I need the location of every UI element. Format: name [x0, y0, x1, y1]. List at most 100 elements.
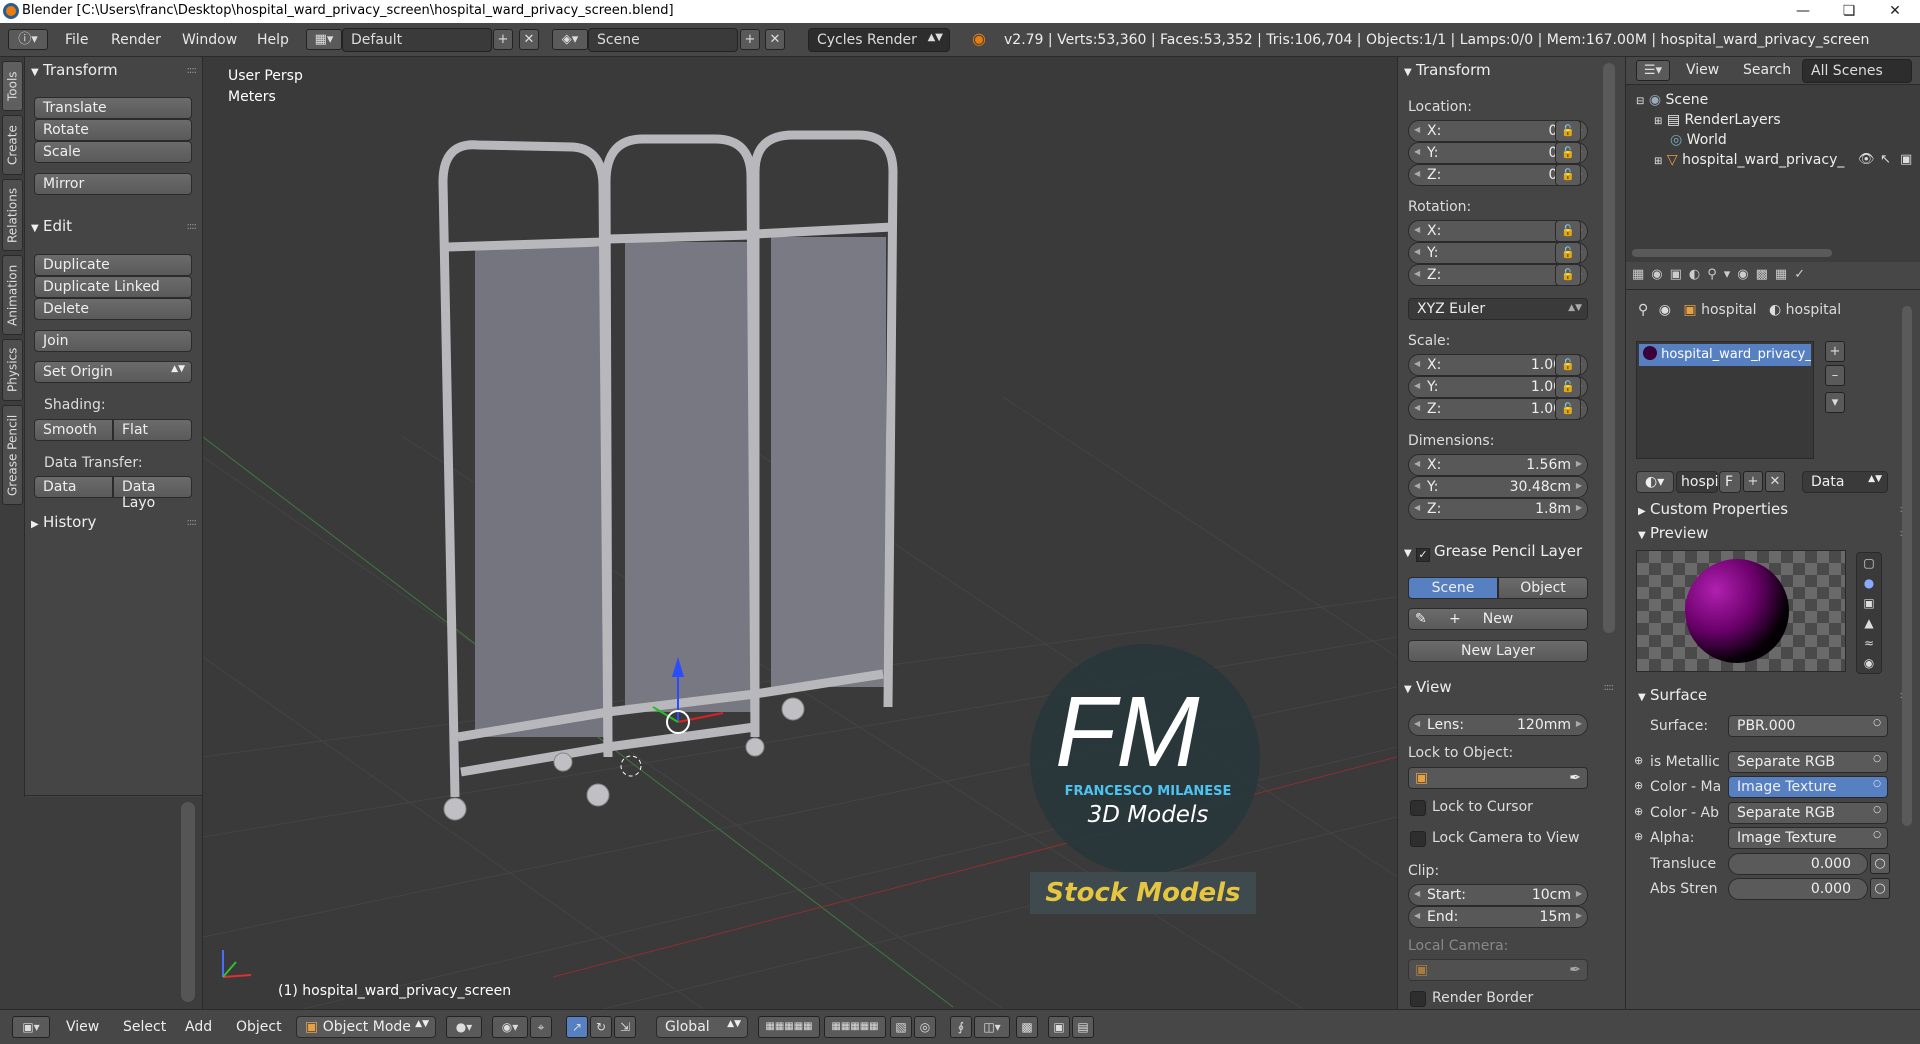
outliner-filter-dropdown[interactable]: All Scenes [1802, 59, 1912, 83]
lock-icon[interactable]: 🔓 [1555, 142, 1581, 164]
snap-target-icon[interactable]: ▩ [1016, 1016, 1038, 1038]
remove-scene-icon[interactable]: ✕ [765, 29, 785, 50]
new-layer-button[interactable]: New Layer [1408, 640, 1588, 662]
unlink-material-icon[interactable]: ✕ [1765, 471, 1785, 492]
lock-icon[interactable]: 🔓 [1555, 120, 1581, 142]
minimize-icon[interactable]: — [1780, 0, 1826, 23]
eyedropper-icon[interactable]: ✒ [1569, 770, 1581, 786]
scale-button[interactable]: Scale [34, 141, 192, 163]
lock-icon[interactable]: 🔓 [1555, 398, 1581, 420]
expand-icon[interactable]: ⊕ [1634, 779, 1643, 792]
mirror-button[interactable]: Mirror [34, 173, 192, 195]
outliner-item-world[interactable]: ◎ World [1670, 132, 1727, 148]
lock-object-field[interactable]: ▣ ✒ [1408, 767, 1588, 789]
history-panel-header[interactable]: ▶ History [31, 513, 96, 531]
lock-layers-icon[interactable]: ▧ [890, 1016, 912, 1038]
eye-icon[interactable]: 👁 [1858, 152, 1875, 167]
smooth-button[interactable]: Smooth [34, 419, 113, 441]
material-name-field[interactable]: hospi [1676, 471, 1719, 493]
outliner-item-renderlayers[interactable]: ⊞ ▤ RenderLayers [1654, 112, 1781, 128]
surface-panel-header[interactable]: ▼ Surface [1638, 686, 1707, 704]
manipulator-toggle-icon[interactable]: ⌖ [530, 1016, 552, 1038]
lock-icon[interactable]: 🔓 [1555, 220, 1581, 242]
clip-end-field[interactable]: ◀ End: 15m ▶ [1408, 906, 1588, 928]
preview-type-buttons[interactable]: ▢ ● ▣ ▲ ≈ ◉ [1856, 552, 1882, 674]
lock-icon[interactable]: 🔓 [1555, 354, 1581, 376]
grease-new-button[interactable]: ✎ + New [1408, 608, 1588, 630]
grease-pencil-panel-header[interactable]: ▼ ✓ Grease Pencil Layer [1404, 542, 1582, 562]
add-scene-icon[interactable]: + [740, 29, 760, 50]
socket-icon[interactable]: ○ [1870, 853, 1890, 874]
layers-icon[interactable]: ▦▦▦▦▦ [824, 1016, 886, 1038]
socket-icon[interactable]: ○ [1870, 878, 1890, 899]
screen-layout-field[interactable]: Default [342, 28, 492, 52]
context-tab-icons[interactable]: ▦◉▣◐⚲▾◉▩▦✓ [1632, 267, 1812, 282]
rotate-button[interactable]: Rotate [34, 119, 192, 141]
pin-icon[interactable]: ⚲ [1638, 302, 1648, 318]
menu-select[interactable]: Select [123, 1019, 166, 1041]
dimensions-y-field[interactable]: ◀ Y: 30.48cm ▶ [1408, 476, 1588, 498]
expand-icon[interactable]: ⊕ [1634, 830, 1643, 843]
rotation-mode-dropdown[interactable]: XYZ Euler ▲▼ [1408, 298, 1588, 320]
snap-icon[interactable]: ∮ [950, 1016, 972, 1038]
data-layout-button[interactable]: Data Layo [113, 476, 192, 511]
translate-manipulator-icon[interactable]: ↗ [566, 1016, 588, 1038]
proportional-edit-icon[interactable]: ◎ [914, 1016, 936, 1038]
color-ma-input[interactable]: Image Texture ○ [1728, 776, 1888, 798]
dimensions-z-field[interactable]: ◀ Z: 1.8m ▶ [1408, 498, 1588, 520]
editor-type-info-icon[interactable]: ⓘ▾ [8, 29, 48, 50]
scene-selector-icon[interactable]: ◈▾ [552, 29, 588, 50]
new-material-icon[interactable]: + [1743, 471, 1763, 492]
panel-grip-icon[interactable]: :::: [1604, 682, 1615, 693]
delete-button[interactable]: Delete [34, 298, 192, 320]
menu-add[interactable]: Add [185, 1019, 212, 1041]
dimensions-x-field[interactable]: ◀ X: 1.56m ▶ [1408, 454, 1588, 476]
render-border-checkbox[interactable] [1410, 991, 1426, 1007]
transform-panel-header[interactable]: ▼ Transform [31, 61, 118, 79]
lock-cursor-checkbox[interactable] [1410, 800, 1426, 816]
viewport-shading-icon[interactable]: ●▾ [446, 1016, 482, 1038]
lock-icon[interactable]: 🔓 [1555, 164, 1581, 186]
duplicate-button[interactable]: Duplicate [34, 254, 192, 276]
material-browse-icon[interactable]: ◐▾ [1636, 471, 1674, 493]
remove-layout-icon[interactable]: ✕ [519, 29, 539, 50]
scene-field[interactable]: Scene [588, 28, 738, 52]
lock-camera-checkbox[interactable] [1410, 831, 1426, 847]
material-slot-row[interactable]: hospital_ward_privacy_sc... [1639, 344, 1811, 366]
scrollbar[interactable] [181, 802, 195, 1002]
set-origin-dropdown[interactable]: Set Origin ▲▼ [34, 361, 192, 383]
clip-start-field[interactable]: ◀ Start: 10cm ▶ [1408, 884, 1588, 906]
alpha-input[interactable]: Image Texture ○ [1728, 827, 1888, 849]
camera-render-icon[interactable]: ▣ [1900, 152, 1912, 167]
render-animation-icon[interactable]: ▤ [1072, 1016, 1094, 1038]
menu-object[interactable]: Object [236, 1019, 282, 1041]
menu-render[interactable]: Render [111, 32, 161, 48]
eyedropper-icon[interactable]: ✒ [1569, 962, 1581, 978]
scrollbar[interactable] [1902, 306, 1912, 826]
remove-slot-icon[interactable]: – [1825, 365, 1845, 386]
outliner-menu-search[interactable]: Search [1743, 62, 1791, 78]
tab-tools[interactable]: Tools [2, 61, 23, 111]
expand-icon[interactable]: ⊕ [1634, 805, 1643, 818]
color-ab-input[interactable]: Separate RGB ○ [1728, 802, 1888, 824]
menu-file[interactable]: File [65, 32, 88, 48]
translate-button[interactable]: Translate [34, 97, 192, 119]
preview-header[interactable]: ▼ Preview [1638, 524, 1708, 542]
panel-grip-icon[interactable]: :::: [187, 517, 198, 528]
grease-scene-tab[interactable]: Scene [1408, 577, 1498, 599]
fake-user-button[interactable]: F [1719, 471, 1741, 493]
edit-panel-header[interactable]: ▼ Edit [31, 217, 72, 235]
lock-icon[interactable]: 🔓 [1555, 264, 1581, 286]
snap-element-icon[interactable]: ◫▾ [974, 1016, 1010, 1038]
checkbox-checked-icon[interactable]: ✓ [1416, 548, 1430, 562]
add-slot-icon[interactable]: + [1825, 341, 1845, 362]
slot-menu-icon[interactable]: ▾ [1825, 392, 1845, 413]
panel-grip-icon[interactable]: :::: [187, 65, 198, 76]
menu-window[interactable]: Window [182, 32, 237, 48]
duplicate-linked-button[interactable]: Duplicate Linked [34, 276, 192, 298]
scale-manipulator-icon[interactable]: ⇲ [614, 1016, 636, 1038]
transform-panel-header[interactable]: ▼ Transform [1404, 61, 1491, 79]
panel-grip-icon[interactable]: :::: [187, 221, 198, 232]
outliner-menu-view[interactable]: View [1686, 62, 1719, 78]
join-button[interactable]: Join [34, 330, 192, 352]
